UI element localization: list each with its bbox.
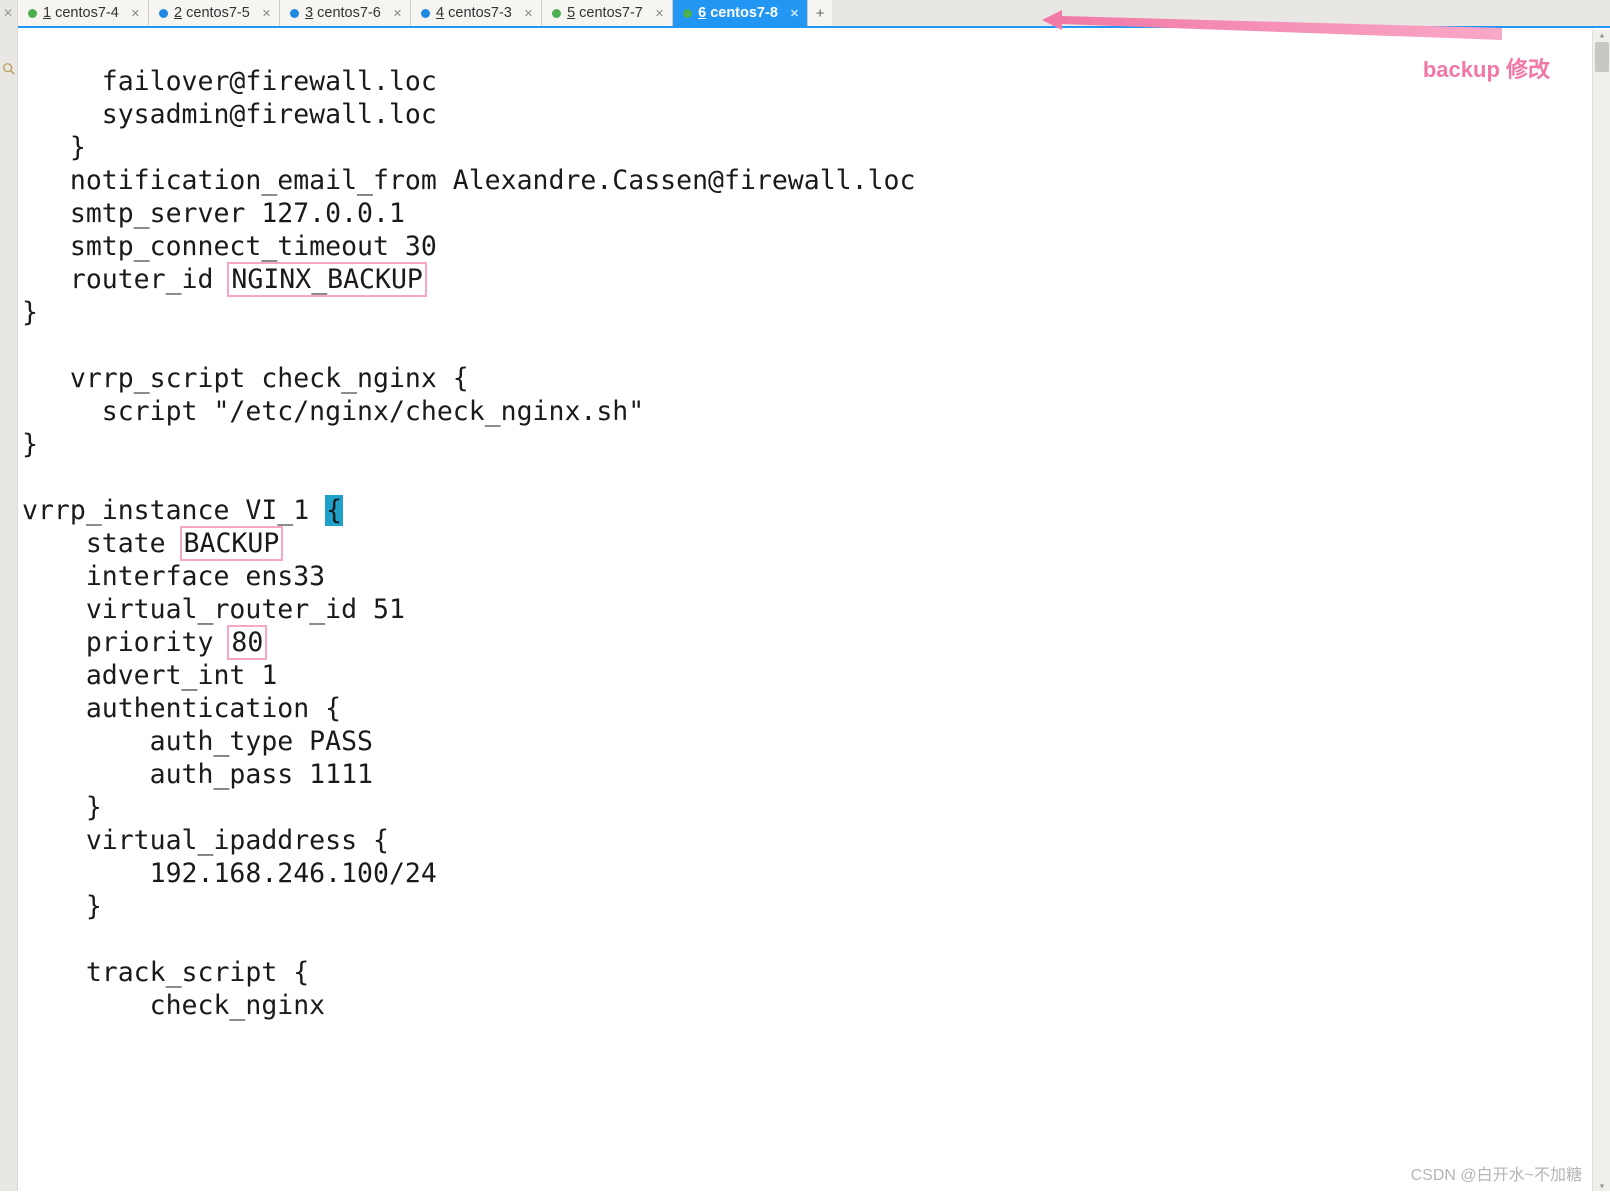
status-dot-icon xyxy=(552,9,561,18)
tab-centos7-6[interactable]: 3 centos7-6 ✕ xyxy=(280,0,411,26)
vertical-scrollbar[interactable]: ▴ ▾ xyxy=(1592,30,1610,1191)
code-line: smtp_server 127.0.0.1 xyxy=(22,198,405,229)
code-line: vrrp_script check_nginx { xyxy=(22,363,469,394)
tab-close-icon[interactable]: ✕ xyxy=(655,7,664,20)
highlight-priority: 80 xyxy=(227,625,267,660)
highlight-router-id: NGINX_BACKUP xyxy=(227,262,426,297)
code-line: auth_type PASS xyxy=(22,726,373,757)
tab-bar: 1 centos7-4 ✕ 2 centos7-5 ✕ 3 centos7-6 … xyxy=(18,0,1610,28)
left-gutter: ✕ xyxy=(0,0,18,1191)
tab-close-icon[interactable]: ✕ xyxy=(393,7,402,20)
code-line: } xyxy=(22,297,38,328)
code-line: virtual_router_id 51 xyxy=(22,594,405,625)
add-tab-button[interactable]: + xyxy=(808,0,832,26)
code-line: smtp_connect_timeout 30 xyxy=(22,231,437,262)
scroll-up-icon[interactable]: ▴ xyxy=(1597,30,1607,40)
code-line: check_nginx xyxy=(22,990,325,1021)
tab-centos7-5[interactable]: 2 centos7-5 ✕ xyxy=(149,0,280,26)
code-line: } xyxy=(22,792,102,823)
cursor: { xyxy=(325,495,343,526)
close-icon[interactable]: ✕ xyxy=(3,6,13,20)
status-dot-icon xyxy=(683,9,692,18)
code-line: advert_int 1 xyxy=(22,660,277,691)
code-line: virtual_ipaddress { xyxy=(22,825,389,856)
tab-close-icon[interactable]: ✕ xyxy=(262,7,271,20)
code-line: failover@firewall.loc xyxy=(22,66,437,97)
search-icon[interactable] xyxy=(2,62,16,76)
tab-centos7-7[interactable]: 5 centos7-7 ✕ xyxy=(542,0,673,26)
tab-centos7-4[interactable]: 1 centos7-4 ✕ xyxy=(18,0,149,26)
code-line: interface ens33 xyxy=(22,561,325,592)
scroll-down-icon[interactable]: ▾ xyxy=(1597,1181,1607,1191)
code-line: authentication { xyxy=(22,693,341,724)
code-line: notification_email_from Alexandre.Cassen… xyxy=(22,165,915,196)
terminal-editor[interactable]: failover@firewall.loc sysadmin@firewall.… xyxy=(22,32,1610,1191)
code-line: script "/etc/nginx/check_nginx.sh" xyxy=(22,396,644,427)
code-line: track_script { xyxy=(22,957,309,988)
tab-centos7-3[interactable]: 4 centos7-3 ✕ xyxy=(411,0,542,26)
code-line: auth_pass 1111 xyxy=(22,759,373,790)
code-line: router_id NGINX_BACKUP xyxy=(22,264,425,295)
code-line: vrrp_instance VI_1 { xyxy=(22,495,343,526)
annotation-text: backup 修改 xyxy=(1423,52,1550,84)
status-dot-icon xyxy=(159,9,168,18)
code-line: } xyxy=(22,891,102,922)
code-line: priority 80 xyxy=(22,627,265,658)
highlight-state: BACKUP xyxy=(180,526,284,561)
status-dot-icon xyxy=(290,9,299,18)
code-line: sysadmin@firewall.loc xyxy=(22,99,437,130)
watermark: CSDN @白开水~不加糖 xyxy=(1411,1161,1582,1185)
status-dot-icon xyxy=(28,9,37,18)
status-dot-icon xyxy=(421,9,430,18)
code-line: state BACKUP xyxy=(22,528,281,559)
scroll-thumb[interactable] xyxy=(1595,42,1609,72)
tab-close-icon[interactable]: ✕ xyxy=(524,7,533,20)
tab-close-icon[interactable]: ✕ xyxy=(131,7,140,20)
tab-close-icon[interactable]: ✕ xyxy=(790,7,799,20)
code-line: 192.168.246.100/24 xyxy=(22,858,437,889)
code-line: } xyxy=(22,132,86,163)
code-line: } xyxy=(22,429,38,460)
tab-centos7-8[interactable]: 6 centos7-8 ✕ xyxy=(673,0,808,26)
